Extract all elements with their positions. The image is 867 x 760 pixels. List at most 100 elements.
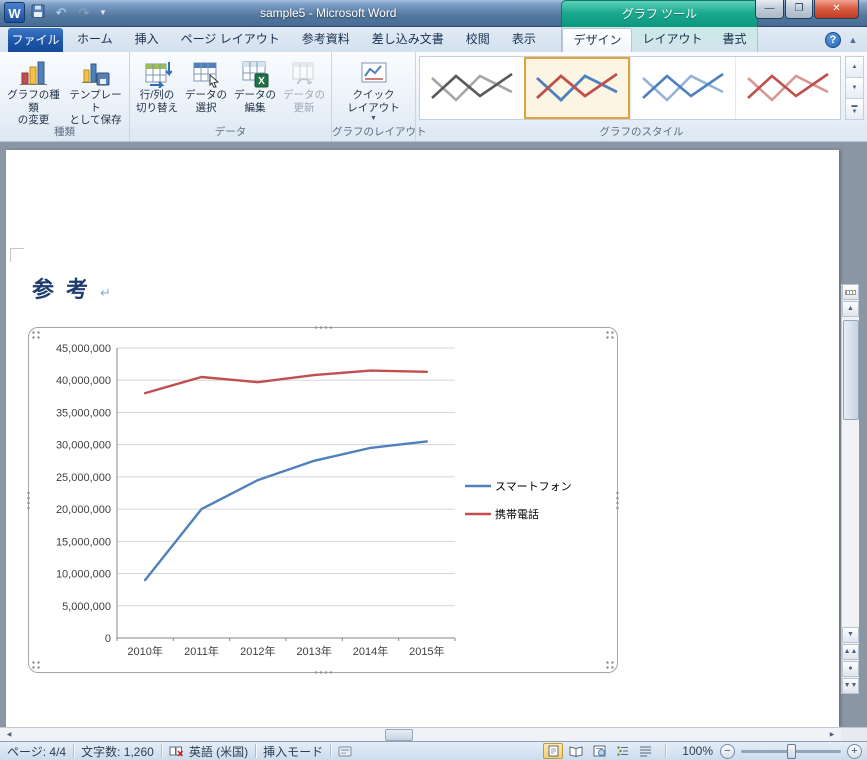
vertical-scroll-thumb[interactable] [843, 320, 859, 420]
maximize-button[interactable]: ❐ [785, 0, 813, 19]
quick-access-toolbar: W ↶ ↷ ▼ [4, 2, 109, 23]
chart-style-thumb-1[interactable] [420, 57, 524, 119]
svg-text:35,000,000: 35,000,000 [56, 407, 111, 419]
outline-view-button[interactable] [612, 743, 632, 759]
tab-references[interactable]: 参考資料 [291, 27, 361, 52]
gallery-more-icon[interactable]: ▬ ▼ [845, 99, 864, 120]
chart-style-thumb-2-selected[interactable] [524, 57, 630, 119]
svg-text:0: 0 [105, 633, 111, 645]
full-screen-reading-view-button[interactable] [566, 743, 586, 759]
zoom-out-button[interactable]: − [720, 743, 735, 759]
refresh-data-icon [292, 62, 314, 85]
horizontal-scroll-thumb[interactable] [385, 729, 413, 741]
window-controls: — ❐ ✕ [754, 0, 859, 19]
group-chart-styles: ▲ ▼ ▬ ▼ グラフのスタイル [416, 52, 867, 141]
scroll-down-icon[interactable]: ▼ [842, 627, 859, 643]
print-layout-view-button[interactable] [543, 743, 564, 759]
proofing-status-icon[interactable] [169, 745, 184, 757]
tab-insert[interactable]: 挿入 [124, 27, 170, 52]
document-page[interactable]: 参考↵ 0 5,000,000 10,000,000 15,000,000 20,000… [6, 150, 839, 727]
tab-design[interactable]: デザイン [562, 28, 633, 52]
gallery-scroll-controls: ▲ ▼ ▬ ▼ [845, 56, 864, 120]
group-label-type: 種類 [54, 126, 75, 138]
ruler-icon [845, 289, 856, 295]
tab-mailings[interactable]: 差し込み文書 [361, 27, 455, 52]
tab-page-layout[interactable]: ページ レイアウト [170, 27, 291, 52]
ruler-toggle-button[interactable] [842, 284, 859, 300]
style-2-line-chart-icon [536, 72, 619, 102]
group-label-data: データ [214, 126, 247, 138]
svg-text:30,000,000: 30,000,000 [56, 440, 111, 452]
vertical-scrollbar[interactable]: ▲ ▼ ▲▲ ● ▼▼ [841, 284, 859, 694]
word-count-indicator[interactable]: 文字数: 1,260 [81, 743, 154, 760]
zoom-level[interactable]: 100% [682, 744, 713, 758]
zoom-in-button[interactable]: + [847, 743, 862, 759]
embedded-chart-object[interactable]: 0 5,000,000 10,000,000 15,000,000 20,000,000… [26, 325, 620, 675]
ribbon: グラフの種類 の変更 テンプレート として保存 種類 行/列の 切り替え データ… [0, 52, 867, 142]
undo-icon[interactable]: ↶ [51, 3, 71, 23]
horizontal-scrollbar[interactable]: ◀ ▶ [0, 727, 841, 741]
svg-text:20,000,000: 20,000,000 [56, 504, 111, 516]
select-browse-object-icon[interactable]: ● [842, 661, 859, 677]
svg-text:2014年: 2014年 [353, 644, 388, 658]
tab-home[interactable]: ホーム [66, 27, 124, 52]
zoom-slider-thumb[interactable] [787, 743, 796, 759]
previous-page-icon[interactable]: ▲▲ [842, 644, 859, 660]
tab-file[interactable]: ファイル [8, 28, 63, 52]
title-bar: W ↶ ↷ ▼ sample5 - Microsoft Word グラフ ツール… [0, 0, 867, 27]
group-type: グラフの種類 の変更 テンプレート として保存 種類 [0, 52, 130, 141]
document-heading[interactable]: 参考↵ [32, 272, 111, 304]
quick-layout-button[interactable]: クイック レイアウト ▼ [335, 55, 413, 125]
tab-review[interactable]: 校閲 [455, 27, 501, 52]
next-page-icon[interactable]: ▼▼ [842, 678, 859, 694]
svg-text:2013年: 2013年 [296, 644, 331, 658]
change-chart-type-button[interactable]: グラフの種類 の変更 [3, 55, 65, 126]
collapse-ribbon-icon[interactable]: ▲ [845, 32, 861, 48]
window-title: sample5 - Microsoft Word [260, 6, 397, 20]
scroll-up-icon[interactable]: ▲ [842, 301, 859, 317]
switch-row-column-button[interactable]: 行/列の 切り替え [133, 55, 182, 125]
switch-row-column-icon [145, 62, 172, 88]
refresh-data-button: データの 更新 [280, 55, 329, 125]
style-3-line-chart-icon [641, 72, 724, 102]
help-icon[interactable]: ? [825, 32, 841, 48]
close-button[interactable]: ✕ [814, 0, 859, 19]
quick-layout-caret-icon: ▼ [370, 115, 377, 122]
chart-style-thumb-4[interactable] [734, 57, 840, 119]
web-layout-view-button[interactable] [589, 743, 609, 759]
gallery-scroll-up-icon[interactable]: ▲ [845, 56, 864, 78]
draft-view-button[interactable] [635, 743, 655, 759]
scroll-right-icon[interactable]: ▶ [824, 729, 840, 741]
minimize-button[interactable]: — [755, 0, 784, 19]
macro-record-icon[interactable] [338, 746, 352, 757]
scroll-left-icon[interactable]: ◀ [1, 729, 17, 741]
tab-layout[interactable]: レイアウト [632, 27, 712, 52]
save-as-template-icon [81, 63, 109, 86]
group-label-chart-layouts: グラフのレイアウト [332, 126, 427, 138]
group-label-chart-styles: グラフのスタイル [599, 126, 684, 138]
tab-format[interactable]: 書式 [713, 27, 757, 52]
word-logo-icon[interactable]: W [4, 2, 25, 23]
chart-handle-bottom[interactable] [313, 670, 333, 675]
svg-text:2015年: 2015年 [409, 644, 444, 658]
quick-layout-icon [361, 62, 386, 83]
chart-style-thumb-3[interactable] [629, 57, 735, 119]
contextual-tab-group: デザイン レイアウト 書式 [561, 27, 758, 52]
tab-view[interactable]: 表示 [501, 27, 547, 52]
insert-mode-indicator[interactable]: 挿入モード [263, 743, 323, 760]
gallery-scroll-down-icon[interactable]: ▼ [845, 78, 864, 99]
page-indicator[interactable]: ページ: 4/4 [7, 743, 66, 760]
svg-text:40,000,000: 40,000,000 [56, 375, 111, 387]
save-as-template-button[interactable]: テンプレート として保存 [65, 55, 127, 126]
select-data-button[interactable]: データの 選択 [182, 55, 231, 125]
qat-customize-icon[interactable]: ▼ [97, 3, 109, 23]
language-indicator[interactable]: 英語 (米国) [189, 743, 248, 760]
svg-text:X: X [258, 76, 265, 87]
line-chart-svg: 0 5,000,000 10,000,000 15,000,000 20,000,000… [56, 343, 572, 658]
svg-text:45,000,000: 45,000,000 [56, 343, 111, 355]
redo-icon[interactable]: ↷ [74, 3, 94, 23]
edit-data-button[interactable]: X データの 編集 [231, 55, 280, 125]
zoom-slider[interactable] [741, 743, 841, 759]
save-icon[interactable] [28, 3, 48, 23]
edit-data-icon: X [242, 61, 269, 88]
